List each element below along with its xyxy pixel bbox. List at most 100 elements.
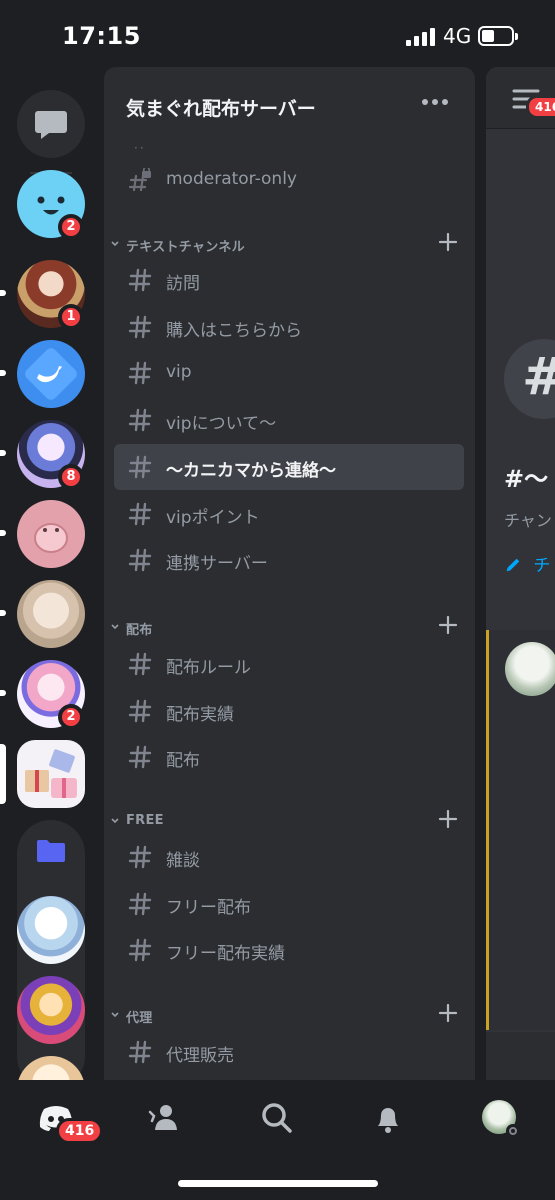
unread-indicator [0,610,6,616]
chevron-down-icon [111,1012,119,1018]
scroll-cut-glyph: ·· [134,141,146,155]
gift-icon [25,749,77,798]
channel-item[interactable]: 代理販売 [114,1029,464,1075]
channel-item[interactable]: 配布実績 [114,688,464,734]
server-icon-folder-2[interactable] [17,976,85,1044]
welcome-subtitle: チャン [504,511,552,530]
profile-avatar[interactable] [482,1100,520,1138]
chat-peek: 416 # #〜 チャン チ [486,67,555,1080]
hash-icon [128,548,152,572]
server-icon-folder-1[interactable] [17,896,85,964]
unread-indicator [0,290,6,296]
category-header[interactable]: 配布 [108,615,468,641]
unread-indicator [0,690,6,696]
channel-welcome-icon: # [504,339,555,419]
chevron-down-icon [111,818,119,824]
chevron-down-icon [111,241,119,247]
server-icon-creature[interactable] [17,500,85,568]
channel-item[interactable]: フリー配布 [114,881,464,927]
friends-icon[interactable] [144,1098,184,1138]
channel-item[interactable]: フリー配布実績 [114,927,464,973]
home-indicator [178,1180,378,1187]
status-time: 17:15 [62,22,141,50]
hash-icon [128,745,152,769]
hash-icon [128,361,152,385]
welcome-title: #〜 [504,465,549,493]
channel-panel: 気まぐれ配布サーバー ·· moderator-only テキストチャンネル訪問… [104,67,475,1080]
channel-item[interactable]: 訪問 [114,257,464,303]
more-options-icon[interactable] [420,92,450,112]
server-icon-twitter[interactable] [17,340,85,408]
creature-icon [34,523,68,553]
add-channel-icon[interactable] [438,232,458,252]
bird-icon [25,348,77,400]
category-header[interactable]: テキストチャンネル [108,232,468,258]
chat-header: 416 [486,67,555,129]
selected-indicator [0,744,6,804]
unread-indicator [0,530,6,536]
add-channel-icon[interactable] [438,1003,458,1023]
server-icon-cat[interactable] [17,580,85,648]
channel-label: moderator-only [166,169,297,189]
server-name[interactable]: 気まぐれ配布サーバー [126,94,316,121]
folder-icon[interactable] [35,838,67,864]
add-channel-icon[interactable] [438,615,458,635]
channel-label: 購入はこちらから [166,321,302,341]
avatar[interactable] [505,642,555,696]
bell-icon[interactable] [368,1098,408,1138]
status-dot [506,1124,520,1138]
channel-label: 連携サーバー [166,554,268,574]
channel-label: 〜カニカマから連絡〜 [166,461,336,481]
locked-hash-icon [128,168,151,192]
hash-icon [128,502,152,526]
category-title: 代理 [126,1011,153,1026]
add-channel-icon[interactable] [438,809,458,829]
category-title: 配布 [126,623,153,638]
message-highlighted[interactable] [486,630,555,1030]
signal-icon [406,28,435,46]
channel-label: 代理販売 [166,1046,234,1066]
direct-messages-button[interactable] [17,90,85,158]
server-badge: 2 [58,704,84,730]
channel-item[interactable]: 購入はこちらから [114,304,464,350]
home-badge: 416 [56,1118,104,1144]
server-badge: 8 [58,464,84,490]
hash-icon [128,268,152,292]
channel-item[interactable]: vipポイント [114,491,464,537]
channel-item[interactable]: vipについて〜 [114,397,464,443]
battery-icon [478,26,518,46]
pencil-icon [506,558,520,572]
channel-label: vipポイント [166,508,260,528]
hash-icon [128,652,152,676]
hash-icon [128,315,152,339]
unread-indicator [0,370,6,376]
search-icon[interactable] [257,1098,297,1138]
channel-item[interactable]: 連携サーバー [114,537,464,583]
channel-moderator-only[interactable]: moderator-only [114,157,464,203]
channel-item[interactable]: vip [114,350,464,396]
hash-icon [128,408,152,432]
message-input-area[interactable] [486,1032,555,1080]
chevron-down-icon [111,624,119,630]
channel-label: 配布実績 [166,705,234,725]
channel-label: フリー配布 [166,898,251,918]
channel-label: フリー配布実績 [166,944,285,964]
edit-channel-link[interactable]: チ [504,551,550,576]
hash-symbol: # [522,347,555,407]
channel-item[interactable]: 〜カニカマから連絡〜 [114,444,464,490]
channel-item[interactable]: 雑談 [114,834,464,880]
channel-item[interactable]: 配布 [114,734,464,780]
network-label: 4G [443,24,472,48]
channel-label: 訪問 [166,274,200,294]
server-icon-gifts[interactable] [17,740,85,808]
channel-label: 雑談 [166,851,200,871]
hash-icon [128,699,152,723]
category-header[interactable]: 代理 [108,1003,468,1029]
unread-indicator [0,450,6,456]
chat-bubble-icon [35,111,67,139]
hash-icon [128,892,152,916]
category-header[interactable]: FREE [108,809,468,835]
hash-icon [128,938,152,962]
status-bar: 17:15 4G [0,0,555,70]
channel-item[interactable]: 配布ルール [114,641,464,687]
